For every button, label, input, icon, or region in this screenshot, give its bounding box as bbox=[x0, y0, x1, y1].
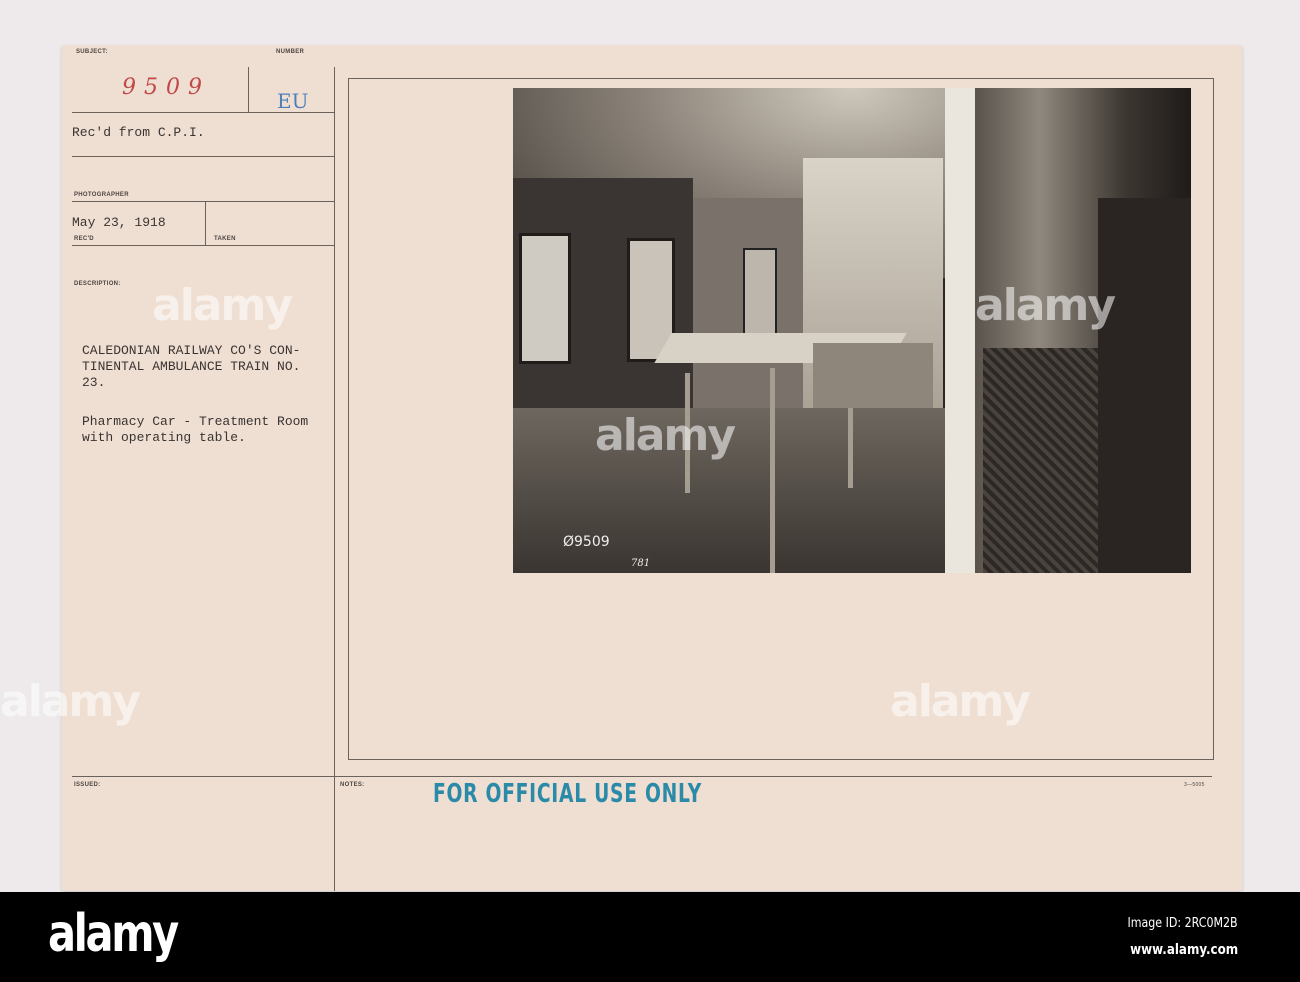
alamy-logo: alamy bbox=[48, 904, 179, 964]
notes-label: NOTES: bbox=[340, 782, 365, 788]
alamy-watermark: alamy bbox=[595, 410, 736, 461]
number-label: NUMBER bbox=[276, 49, 305, 55]
description-line: TINENTAL AMBULANCE TRAIN NO. bbox=[82, 359, 301, 374]
subject-label: SUBJECT: bbox=[76, 49, 108, 55]
description-line: 23. bbox=[82, 375, 106, 390]
form-number: 3—5005 bbox=[1184, 782, 1205, 788]
watermark-banner bbox=[0, 892, 1300, 982]
number-value: EU bbox=[277, 89, 309, 113]
alamy-url[interactable]: www.alamy.com bbox=[1130, 942, 1238, 958]
caption-line: Pharmacy Car - Treatment Room bbox=[82, 414, 309, 429]
description-line: CALEDONIAN RAILWAY CO'S CON- bbox=[82, 343, 301, 358]
alamy-watermark: alamy bbox=[890, 676, 1031, 727]
photographer-label: PHOTOGRAPHER bbox=[74, 192, 129, 198]
negative-number: Ø9509 bbox=[563, 534, 610, 550]
date-received: May 23, 1918 bbox=[72, 215, 166, 230]
recd-label: REC'D bbox=[74, 236, 94, 242]
description-label: DESCRIPTION: bbox=[74, 281, 121, 287]
alamy-watermark: alamy bbox=[0, 676, 141, 727]
caption-line: with operating table. bbox=[82, 430, 246, 445]
issued-label: ISSUED: bbox=[74, 782, 101, 788]
alamy-watermark: alamy bbox=[152, 280, 293, 331]
image-id: Image ID: 2RC0M2B bbox=[1127, 916, 1238, 931]
taken-label: TAKEN bbox=[214, 236, 236, 242]
subject-value: 9509 bbox=[122, 75, 210, 100]
plate-number: 781 bbox=[631, 558, 651, 569]
official-use-stamp: FOR OFFICIAL USE ONLY bbox=[433, 779, 702, 809]
received-from: Rec'd from C.P.I. bbox=[72, 125, 205, 140]
alamy-watermark: alamy bbox=[975, 280, 1116, 331]
archive-record-card: SUBJECT: 9509 NUMBER EU Rec'd from C.P.I… bbox=[62, 45, 1242, 891]
